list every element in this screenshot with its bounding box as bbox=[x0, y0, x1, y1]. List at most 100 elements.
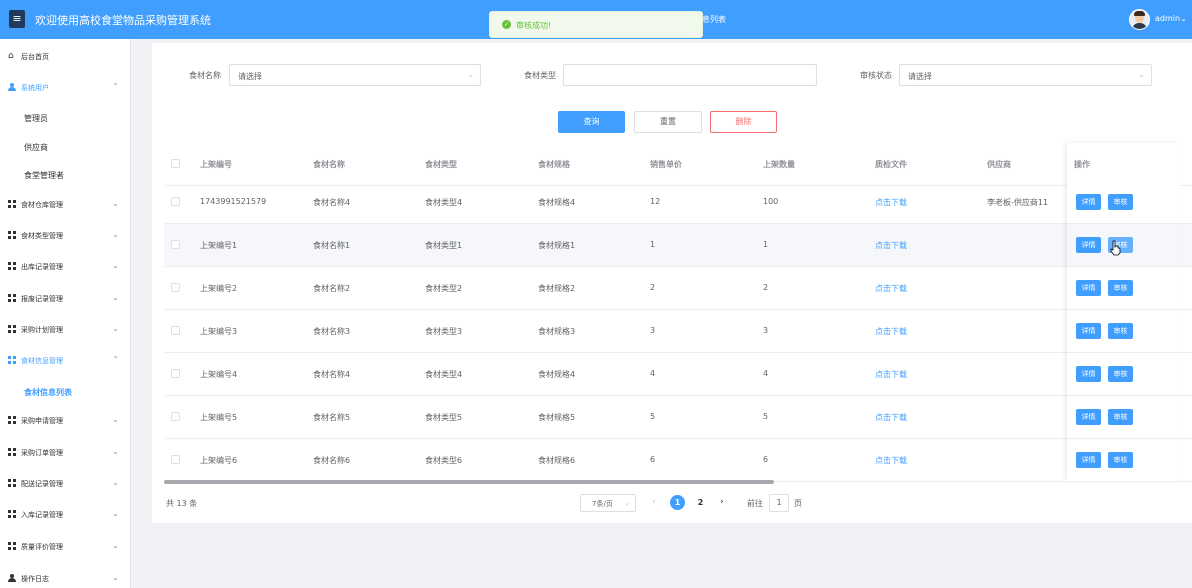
sidebar-item-label: 操作日志 bbox=[21, 575, 49, 583]
download-link[interactable]: 点击下载 bbox=[875, 197, 907, 208]
cell-food-name: 食材名称4 bbox=[313, 198, 351, 207]
grid-icon bbox=[8, 416, 16, 424]
page-number[interactable]: 2 bbox=[693, 495, 708, 510]
review-status-label: 审核状态 bbox=[860, 71, 892, 80]
cell-listing-no: 1743991521579 bbox=[200, 197, 267, 206]
row-checkbox[interactable] bbox=[171, 197, 180, 206]
sidebar-item-system-users[interactable]: 系统用户 ⌃ bbox=[0, 79, 131, 97]
goto-page-input[interactable]: 1 bbox=[769, 494, 789, 512]
row-checkbox[interactable] bbox=[171, 240, 180, 249]
download-link[interactable]: 点击下载 bbox=[875, 326, 907, 337]
cell-food-name: 食材名称1 bbox=[313, 241, 351, 250]
table-row[interactable]: 上架编号2 食材名称2 食材类型2 食材规格2 2 2 点击下载 bbox=[164, 267, 1192, 310]
user-menu[interactable]: admin⌄ bbox=[1155, 14, 1187, 23]
download-link[interactable]: 点击下载 bbox=[875, 455, 907, 466]
sidebar-item-quality[interactable]: 质量评价管理 ⌄ bbox=[0, 538, 131, 556]
chevron-up-icon: ⌃ bbox=[112, 82, 119, 91]
sidebar-item-canteen-manager[interactable]: 食堂管理者 bbox=[0, 166, 131, 184]
cell-spec: 食材规格5 bbox=[538, 413, 576, 422]
grid-icon bbox=[8, 479, 16, 487]
next-page-icon[interactable]: › bbox=[720, 497, 724, 507]
download-link[interactable]: 点击下载 bbox=[875, 283, 907, 294]
detail-button[interactable]: 详情 bbox=[1076, 323, 1101, 339]
food-type-input[interactable] bbox=[563, 64, 817, 86]
cell-spec: 食材规格1 bbox=[538, 241, 576, 250]
sidebar-item-label: 食材类型管理 bbox=[21, 232, 63, 240]
tab-peek-label[interactable]: 息列表 bbox=[702, 14, 726, 25]
review-button[interactable]: 审核 bbox=[1108, 280, 1133, 296]
hamburger-icon[interactable]: ≡ bbox=[9, 10, 25, 28]
download-link[interactable]: 点击下载 bbox=[875, 240, 907, 251]
sidebar-item-label: 入库记录管理 bbox=[21, 511, 63, 519]
cell-quantity: 100 bbox=[763, 197, 779, 206]
food-name-select[interactable]: 请选择 ⌄ bbox=[229, 64, 481, 86]
row-checkbox[interactable] bbox=[171, 412, 180, 421]
page-number[interactable]: 1 bbox=[670, 495, 685, 510]
sidebar-item-purchase-order[interactable]: 采购订单管理 ⌄ bbox=[0, 444, 131, 462]
sidebar-item-home[interactable]: ⌂ 后台首页 bbox=[0, 48, 131, 66]
reset-button[interactable]: 重置 bbox=[634, 111, 702, 133]
delete-button[interactable]: 删除 bbox=[710, 111, 777, 133]
sidebar-item-outbound[interactable]: 出库记录管理 ⌄ bbox=[0, 258, 131, 276]
row-checkbox[interactable] bbox=[171, 369, 180, 378]
sidebar-item-admin[interactable]: 管理员 bbox=[0, 109, 131, 127]
review-button[interactable]: 审核 bbox=[1108, 366, 1133, 382]
sidebar-item-food-info-list[interactable]: 食材信息列表 bbox=[0, 383, 131, 401]
detail-button[interactable]: 详情 bbox=[1076, 366, 1101, 382]
page-size-select[interactable]: 7条/页 ⌄ bbox=[580, 494, 636, 512]
column-header: 食材名称 bbox=[313, 160, 345, 169]
ops-cell: 详情 审核 bbox=[1067, 439, 1180, 482]
table-row[interactable]: 上架编号3 食材名称3 食材类型3 食材规格3 3 3 点击下载 bbox=[164, 310, 1192, 353]
column-header: 销售单价 bbox=[650, 160, 682, 169]
sidebar-item-delivery[interactable]: 配送记录管理 ⌄ bbox=[0, 475, 131, 493]
table-row[interactable]: 1743991521579 食材名称4 食材类型4 食材规格4 12 100 点… bbox=[164, 181, 1192, 224]
cell-food-type: 食材类型3 bbox=[425, 327, 463, 336]
row-checkbox[interactable] bbox=[171, 283, 180, 292]
detail-button[interactable]: 详情 bbox=[1076, 452, 1101, 468]
row-checkbox[interactable] bbox=[171, 326, 180, 335]
table-row[interactable]: 上架编号1 食材名称1 食材类型1 食材规格1 1 1 点击下载 bbox=[164, 224, 1192, 267]
table-row[interactable]: 上架编号4 食材名称4 食材类型4 食材规格4 4 4 点击下载 bbox=[164, 353, 1192, 396]
cell-price: 1 bbox=[650, 240, 656, 249]
detail-button[interactable]: 详情 bbox=[1076, 237, 1101, 253]
horizontal-scrollbar[interactable] bbox=[164, 480, 774, 484]
sidebar-item-food-type[interactable]: 食材类型管理 ⌄ bbox=[0, 227, 131, 245]
cell-listing-no: 上架编号6 bbox=[200, 456, 238, 465]
table-row[interactable]: 上架编号5 食材名称5 食材类型5 食材规格5 5 5 点击下载 bbox=[164, 396, 1192, 439]
sidebar-item-label: 食材仓库管理 bbox=[21, 201, 63, 209]
detail-button[interactable]: 详情 bbox=[1076, 280, 1101, 296]
cell-food-type: 食材类型4 bbox=[425, 198, 463, 207]
search-button[interactable]: 查询 bbox=[558, 111, 625, 133]
sidebar-item-purchase-request[interactable]: 采购申请管理 ⌄ bbox=[0, 412, 131, 430]
food-name-label: 食材名称 bbox=[189, 71, 221, 80]
avatar[interactable] bbox=[1129, 9, 1150, 30]
sidebar-item-supplier[interactable]: 供应商 bbox=[0, 138, 131, 156]
sidebar-item-inbound[interactable]: 入库记录管理 ⌄ bbox=[0, 506, 131, 524]
table-row[interactable]: 上架编号6 食材名称6 食材类型6 食材规格6 6 6 点击下载 bbox=[164, 439, 1192, 482]
cell-quantity: 2 bbox=[763, 283, 769, 292]
download-link[interactable]: 点击下载 bbox=[875, 412, 907, 423]
sidebar-item-food-info[interactable]: 食材信息管理 ⌃ bbox=[0, 352, 131, 370]
detail-button[interactable]: 详情 bbox=[1076, 409, 1101, 425]
detail-button[interactable]: 详情 bbox=[1076, 194, 1101, 210]
sidebar-item-label: 食材信息管理 bbox=[21, 357, 63, 365]
review-button[interactable]: 审核 bbox=[1108, 194, 1133, 210]
sidebar-item-operation-log[interactable]: 操作日志 ⌄ bbox=[0, 570, 131, 588]
home-icon: ⌂ bbox=[8, 51, 14, 61]
review-button[interactable]: 审核 bbox=[1108, 323, 1133, 339]
review-status-select[interactable]: 请选择 ⌄ bbox=[899, 64, 1152, 86]
sidebar-item-scrap[interactable]: 报废记录管理 ⌄ bbox=[0, 290, 131, 308]
review-button[interactable]: 审核 bbox=[1108, 409, 1133, 425]
cell-price: 3 bbox=[650, 326, 656, 335]
sidebar-item-warehouse[interactable]: 食材仓库管理 ⌄ bbox=[0, 196, 131, 214]
sidebar-item-purchase-plan[interactable]: 采购计划管理 ⌄ bbox=[0, 321, 131, 339]
review-button[interactable]: 审核 bbox=[1108, 452, 1133, 468]
grid-icon bbox=[8, 448, 16, 456]
row-checkbox[interactable] bbox=[171, 455, 180, 464]
prev-page-icon[interactable]: ‹ bbox=[652, 497, 656, 507]
select-all-checkbox[interactable] bbox=[171, 159, 180, 168]
goto-suffix: 页 bbox=[794, 499, 802, 508]
chevron-down-icon: ⌄ bbox=[112, 509, 119, 518]
download-link[interactable]: 点击下载 bbox=[875, 369, 907, 380]
chevron-down-icon: ⌄ bbox=[112, 261, 119, 270]
